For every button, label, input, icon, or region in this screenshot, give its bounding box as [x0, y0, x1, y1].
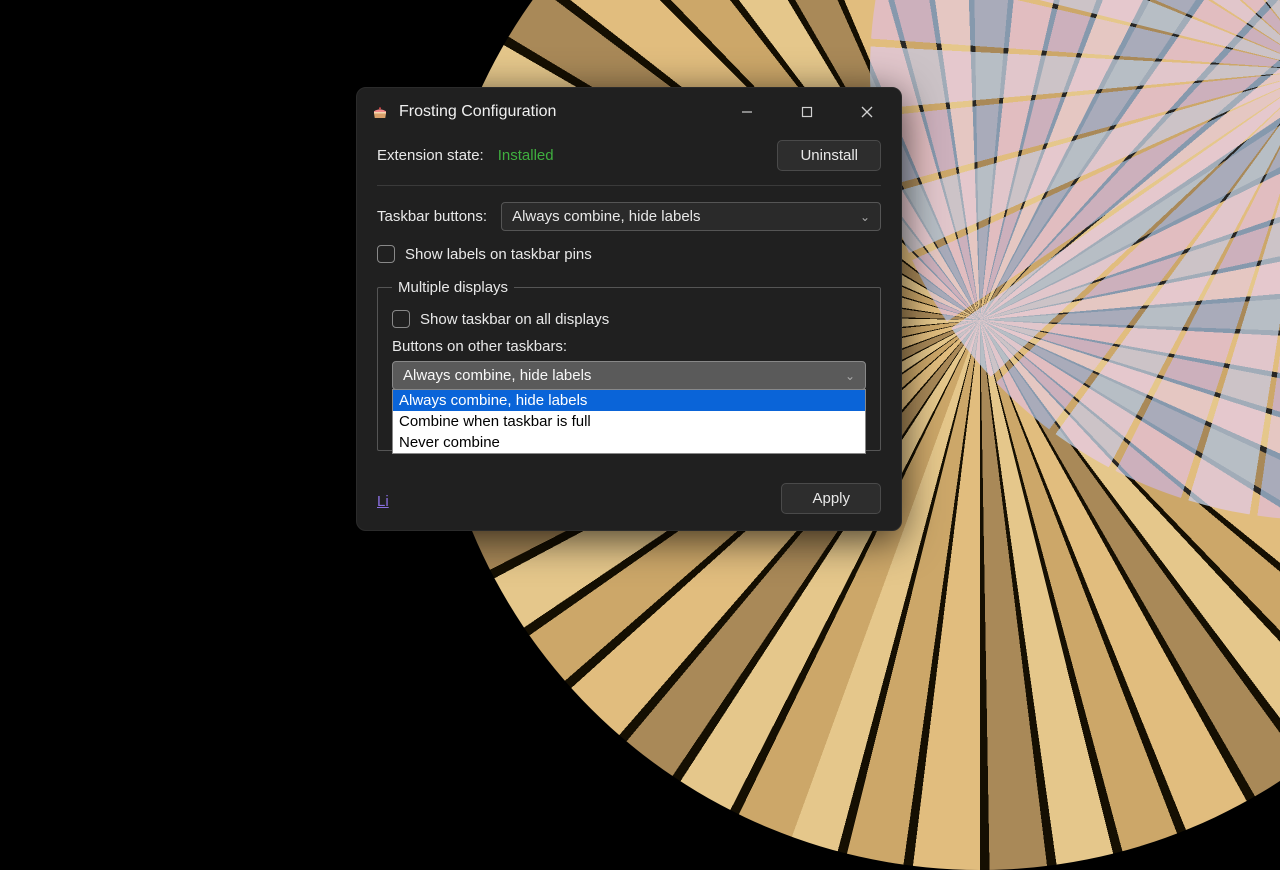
buttons-other-selected: Always combine, hide labels	[403, 367, 591, 384]
close-button[interactable]	[837, 92, 897, 132]
taskbar-buttons-selected: Always combine, hide labels	[512, 208, 700, 225]
buttons-other-dropdown: Always combine, hide labels Combine when…	[392, 389, 866, 454]
titlebar[interactable]: Frosting Configuration	[357, 88, 901, 136]
show-labels-pins-label: Show labels on taskbar pins	[405, 246, 592, 263]
uninstall-button[interactable]: Uninstall	[777, 140, 881, 171]
show-taskbar-all-label: Show taskbar on all displays	[420, 311, 609, 328]
taskbar-buttons-label: Taskbar buttons:	[377, 208, 487, 225]
extension-state-label: Extension state:	[377, 147, 484, 164]
extension-state-value: Installed	[498, 147, 554, 164]
buttons-other-label: Buttons on other taskbars:	[392, 338, 866, 355]
footer-link[interactable]: Li	[377, 493, 389, 510]
multiple-displays-group: Multiple displays Show taskbar on all di…	[377, 279, 881, 451]
divider	[377, 185, 881, 186]
minimize-button[interactable]	[717, 92, 777, 132]
chevron-down-icon: ⌄	[845, 369, 855, 383]
taskbar-buttons-select[interactable]: Always combine, hide labels ⌄	[501, 202, 881, 231]
cake-icon	[371, 103, 389, 121]
buttons-other-select[interactable]: Always combine, hide labels ⌄ Always com…	[392, 361, 866, 390]
multiple-displays-legend: Multiple displays	[392, 279, 514, 296]
apply-button[interactable]: Apply	[781, 483, 881, 514]
show-labels-pins-checkbox[interactable]	[377, 245, 395, 263]
dropdown-option[interactable]: Never combine	[393, 432, 865, 453]
config-window: Frosting Configuration Extension state: …	[356, 87, 902, 531]
show-taskbar-all-checkbox[interactable]	[392, 310, 410, 328]
dropdown-option[interactable]: Always combine, hide labels	[393, 390, 865, 411]
dropdown-option[interactable]: Combine when taskbar is full	[393, 411, 865, 432]
maximize-button[interactable]	[777, 92, 837, 132]
window-title: Frosting Configuration	[399, 103, 556, 121]
chevron-down-icon: ⌄	[860, 210, 870, 224]
window-content: Extension state: Installed Uninstall Tas…	[357, 136, 901, 451]
